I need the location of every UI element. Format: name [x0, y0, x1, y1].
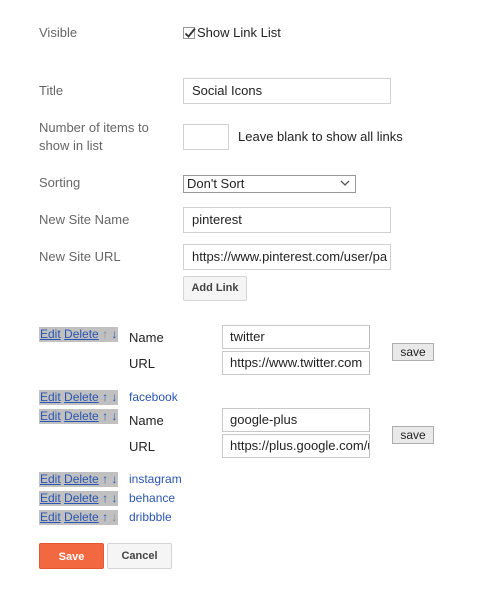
title-label: Title — [39, 83, 64, 98]
edit-link[interactable]: Edit — [40, 472, 61, 486]
save-button[interactable]: Save — [39, 543, 104, 569]
num-items-label-line1: Number of items to — [39, 120, 149, 135]
move-down-arrow-icon[interactable]: ↓ — [111, 390, 117, 404]
move-down-arrow-icon: ↓ — [111, 510, 118, 524]
chevron-down-icon — [340, 180, 350, 186]
link-url-label: URL — [129, 439, 156, 454]
edit-link[interactable]: Edit — [40, 510, 61, 524]
link-save-button[interactable]: save — [392, 343, 434, 361]
delete-link[interactable]: Delete — [64, 390, 99, 404]
link-url-label: URL — [129, 356, 156, 371]
link-controls-facebook: Edit Delete ↑ ↓ — [39, 390, 119, 405]
cancel-button[interactable]: Cancel — [107, 543, 172, 569]
move-down-arrow-icon[interactable]: ↓ — [111, 472, 117, 486]
link-controls-dribbble: Edit Delete ↑ ↓ — [39, 510, 119, 525]
new-site-name-input[interactable]: pinterest — [183, 207, 391, 233]
move-up-arrow-icon[interactable]: ↑ — [102, 510, 108, 524]
num-items-label-line2: show in list — [39, 138, 103, 153]
link-item-instagram[interactable]: instagram — [129, 472, 182, 487]
show-link-list-label: Show Link List — [197, 25, 281, 40]
move-up-arrow-icon[interactable]: ↑ — [102, 472, 108, 486]
move-down-arrow-icon[interactable]: ↓ — [111, 491, 117, 505]
move-down-arrow-icon[interactable]: ↓ — [111, 327, 117, 341]
delete-link[interactable]: Delete — [64, 409, 99, 423]
new-site-url-label: New Site URL — [39, 249, 121, 264]
link-url-input[interactable]: https://www.twitter.com — [222, 351, 370, 375]
link-url-input[interactable]: https://plus.google.com/u — [222, 434, 370, 458]
edit-link[interactable]: Edit — [40, 491, 61, 505]
link-item-facebook[interactable]: facebook — [129, 390, 178, 405]
sorting-select[interactable]: Don't Sort — [183, 175, 356, 193]
move-up-arrow-icon[interactable]: ↑ — [102, 390, 108, 404]
link-controls-instagram: Edit Delete ↑ ↓ — [39, 472, 119, 487]
edit-link[interactable]: Edit — [40, 327, 61, 341]
show-link-list-checkbox[interactable] — [183, 27, 196, 39]
edit-link[interactable]: Edit — [40, 409, 61, 423]
link-name-label: Name — [129, 413, 164, 428]
link-name-input[interactable]: twitter — [222, 325, 370, 349]
link-item-dribbble[interactable]: dribbble — [129, 510, 172, 525]
link-save-button[interactable]: save — [392, 426, 434, 444]
delete-link[interactable]: Delete — [64, 472, 99, 486]
sorting-selected-value: Don't Sort — [187, 176, 245, 191]
delete-link[interactable]: Delete — [64, 491, 99, 505]
edit-link[interactable]: Edit — [40, 390, 61, 404]
num-items-input[interactable] — [183, 124, 229, 150]
delete-link[interactable]: Delete — [64, 327, 99, 341]
move-up-arrow-icon: ↑ — [102, 327, 109, 341]
link-controls-google-plus: Edit Delete ↑ ↓ — [39, 409, 119, 424]
add-link-button[interactable]: Add Link — [183, 276, 247, 301]
move-down-arrow-icon[interactable]: ↓ — [111, 409, 117, 423]
link-controls-behance: Edit Delete ↑ ↓ — [39, 491, 119, 506]
link-name-label: Name — [129, 330, 164, 345]
move-up-arrow-icon[interactable]: ↑ — [102, 409, 108, 423]
new-site-url-input[interactable]: https://www.pinterest.com/user/pa — [183, 244, 391, 270]
delete-link[interactable]: Delete — [64, 510, 99, 524]
sorting-label: Sorting — [39, 175, 81, 190]
new-site-name-label: New Site Name — [39, 212, 130, 227]
link-item-behance[interactable]: behance — [129, 491, 175, 506]
title-input[interactable]: Social Icons — [183, 78, 391, 104]
link-controls-twitter: Edit Delete ↑ ↓ — [39, 327, 119, 342]
checkmark-icon — [184, 27, 196, 38]
link-name-input[interactable]: google-plus — [222, 408, 370, 432]
num-items-hint: Leave blank to show all links — [238, 129, 403, 144]
move-up-arrow-icon[interactable]: ↑ — [102, 491, 108, 505]
visible-label: Visible — [39, 25, 78, 40]
